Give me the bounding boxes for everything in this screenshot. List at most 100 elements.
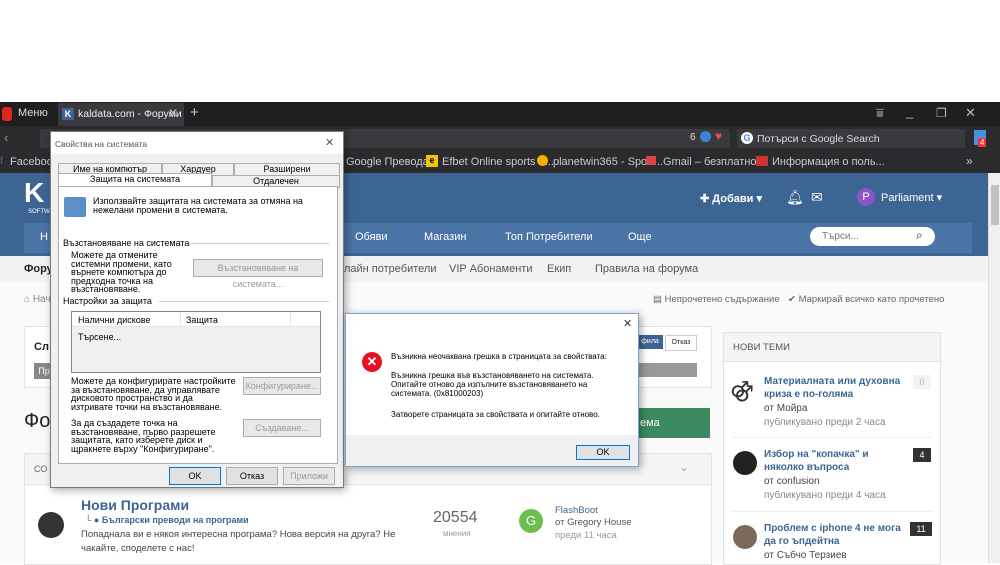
mail-icon[interactable]: ✉ bbox=[811, 189, 823, 206]
list-header: Налични дискове Защита bbox=[72, 312, 320, 327]
opera-menu-icon[interactable] bbox=[2, 107, 12, 121]
last-post-avatar[interactable]: G bbox=[519, 509, 543, 533]
heart-icon[interactable]: ♥ bbox=[715, 129, 722, 143]
topic-author[interactable]: от Мойра bbox=[764, 403, 807, 414]
breadcrumb[interactable]: ⌂ Нач bbox=[24, 294, 51, 305]
site-logo[interactable]: K bbox=[24, 177, 44, 209]
divider bbox=[732, 511, 932, 512]
col-protection[interactable]: Защита bbox=[186, 315, 218, 325]
topic-author[interactable]: от Събчо Терзиев bbox=[764, 550, 847, 561]
tab-system-protection[interactable]: Защита на системата bbox=[58, 173, 212, 186]
widget-title: НОВИ ТЕМИ bbox=[733, 342, 790, 353]
error-detail: Възникна грешка във възстановяването на … bbox=[391, 371, 594, 398]
nav-item-first[interactable]: Н bbox=[40, 231, 48, 243]
mark-read-label: Маркирай всичко като прочетено bbox=[798, 294, 945, 305]
site-search[interactable]: Търси... ⌕ bbox=[810, 227, 935, 246]
ok-button[interactable]: OK bbox=[169, 467, 221, 485]
bookmarks-more[interactable]: » bbox=[966, 154, 973, 168]
cookie-decline-button[interactable]: Отказ bbox=[665, 335, 697, 351]
subnav-online[interactable]: лайн потребители bbox=[344, 263, 436, 275]
dialog-titlebar: Свойства на системата ✕ bbox=[51, 132, 343, 154]
col-sep bbox=[180, 312, 181, 326]
topic-author[interactable]: от confusion bbox=[764, 476, 820, 487]
subforum-link[interactable]: └ ● Български преводи на програми bbox=[85, 515, 249, 525]
minimize-icon[interactable]: _ bbox=[906, 104, 913, 119]
efbet-icon: e bbox=[426, 155, 438, 167]
forum-title[interactable]: Нови Програми bbox=[81, 497, 189, 513]
topic-avatar[interactable]: ⚣ bbox=[730, 377, 754, 403]
nav-item-ads[interactable]: Обяви bbox=[355, 231, 388, 243]
restore-icon[interactable]: ❐ bbox=[936, 106, 947, 120]
tab-close-icon[interactable]: ✕ bbox=[168, 106, 178, 120]
search-box[interactable]: G Потърси с Google Search bbox=[737, 129, 965, 148]
forum-description: Попаднала ви е някоя интересна програма?… bbox=[81, 529, 396, 554]
mark-read-link[interactable]: ✔ Маркирай всичко като прочетено bbox=[788, 294, 944, 305]
adblock-icon[interactable] bbox=[700, 131, 711, 142]
subnav-forums[interactable]: Фору bbox=[24, 263, 53, 275]
reply-count-badge: 0 bbox=[913, 375, 931, 389]
back-icon[interactable]: ‹ bbox=[4, 130, 8, 145]
planetwin-icon bbox=[537, 155, 548, 166]
topic-avatar[interactable] bbox=[733, 451, 757, 475]
facebook-icon: f bbox=[0, 156, 3, 167]
system-restore-button[interactable]: Възстановяване на системата... bbox=[193, 259, 323, 289]
cancel-button[interactable]: Отказ bbox=[226, 467, 278, 485]
col-drives[interactable]: Налични дискове bbox=[78, 315, 150, 325]
bookmark-google-translate[interactable]: Google Преводач bbox=[346, 156, 434, 168]
new-tab-button[interactable]: + bbox=[190, 104, 199, 121]
page-scrollbar[interactable] bbox=[988, 173, 1000, 563]
new-topics-widget: НОВИ ТЕМИ ⚣ Материалната или духовна кри… bbox=[723, 332, 941, 565]
search-placeholder: Потърси с Google Search bbox=[757, 133, 880, 145]
bookmark-info[interactable]: Информация о поль... bbox=[772, 156, 885, 168]
breadcrumb-home: Нач bbox=[32, 294, 51, 305]
post-count: 20554 bbox=[433, 509, 478, 526]
tab-menu-icon[interactable]: ⩸ bbox=[876, 105, 884, 121]
group-divider bbox=[159, 301, 329, 302]
ok-button[interactable]: OK bbox=[576, 445, 630, 460]
group-divider bbox=[189, 243, 329, 244]
bookmark-gmail[interactable]: Gmail – безплатно ... bbox=[663, 156, 769, 168]
create-text: За да създадете точка на възстановяване,… bbox=[71, 418, 216, 454]
post-count-label: мнения bbox=[443, 529, 471, 538]
tab-title: kaldata.com - Форуми bbox=[78, 108, 182, 120]
apply-button[interactable]: Приложи bbox=[283, 467, 335, 485]
close-window-icon[interactable]: ✕ bbox=[965, 105, 976, 121]
nav-item-top-users[interactable]: Топ Потребители bbox=[505, 231, 593, 243]
nav-item-shop[interactable]: Магазин bbox=[424, 231, 466, 243]
nav-item-more[interactable]: Още bbox=[628, 231, 652, 243]
topic-time: публикувано преди 2 часа bbox=[764, 417, 886, 428]
close-icon[interactable]: ✕ bbox=[325, 136, 334, 149]
configure-text: Можете да конфигурирате настройките за в… bbox=[71, 376, 236, 412]
topic-title[interactable]: Избор на "копачка" и няколко въпроса bbox=[764, 448, 904, 474]
close-icon[interactable]: ✕ bbox=[623, 317, 632, 330]
browser-tab[interactable]: K kaldata.com - Форуми ✕ bbox=[58, 103, 184, 126]
topic-title[interactable]: Материалната или духовна криза е по-голя… bbox=[764, 375, 904, 401]
last-post-author[interactable]: от Gregory House bbox=[555, 517, 631, 528]
last-post-title[interactable]: FlashBoot bbox=[555, 505, 598, 516]
chevron-down-icon[interactable]: ⌄ bbox=[679, 460, 689, 474]
drives-list[interactable]: Налични дискове Защита Търсене... bbox=[71, 311, 321, 373]
start-topic-button[interactable]: ема bbox=[628, 408, 710, 438]
user-menu[interactable]: Parliament ▾ bbox=[881, 191, 942, 204]
menu-label[interactable]: Меню bbox=[18, 107, 48, 119]
subnav-vip[interactable]: VIP Абонаменти bbox=[449, 263, 532, 275]
widget-header: НОВИ ТЕМИ bbox=[724, 333, 940, 362]
bell-icon[interactable]: 🔔︎ bbox=[786, 189, 804, 206]
avatar[interactable]: P bbox=[857, 188, 875, 206]
subnav-team[interactable]: Екип bbox=[547, 263, 571, 275]
topic-title[interactable]: Проблем с iphone 4 не мога да го ъпдейтн… bbox=[764, 522, 904, 548]
create-button[interactable]: Създаване... bbox=[243, 419, 321, 437]
unread-link[interactable]: ▤ Непрочетено съдържание bbox=[653, 294, 780, 305]
error-advice: Затворете страницата за свойствата и опи… bbox=[391, 410, 600, 419]
user-name: Parliament bbox=[881, 192, 934, 204]
add-button[interactable]: ✚ Добави ▾ bbox=[700, 192, 762, 205]
configure-button[interactable]: Конфигуриране... bbox=[243, 377, 321, 395]
subnav-rules[interactable]: Правила на форума bbox=[595, 263, 698, 275]
subforum-label: Български преводи на програми bbox=[101, 515, 249, 525]
topic-avatar[interactable] bbox=[733, 525, 757, 549]
cookie-accept-button[interactable]: фила bbox=[637, 335, 663, 349]
forum-heading: Фо bbox=[24, 410, 51, 432]
info-box-title: Сл bbox=[34, 341, 49, 353]
search-icon[interactable]: ⌕ bbox=[916, 228, 923, 243]
scrollbar-thumb[interactable] bbox=[991, 185, 999, 225]
